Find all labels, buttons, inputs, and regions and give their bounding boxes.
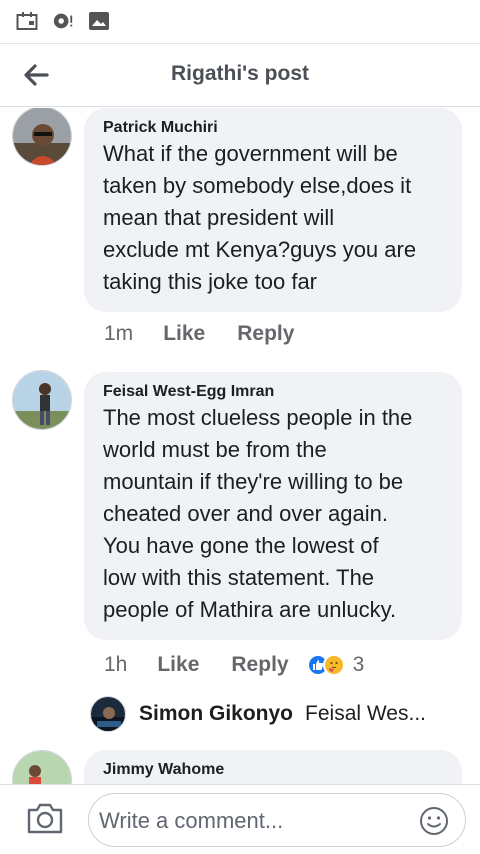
comment-time: 1m (104, 322, 134, 345)
reply-preview[interactable]: Simon Gikonyo Feisal Wes... (90, 696, 426, 732)
post-header: Rigathi's post (0, 45, 480, 107)
reply-author[interactable]: Simon Gikonyo (139, 702, 293, 726)
comment-text: What if the government will be taken by … (103, 141, 417, 294)
comment-actions: 1m Like Reply (104, 322, 326, 346)
comment-composer: Write a comment... (0, 784, 480, 854)
comment-bubble[interactable]: Jimmy Wahome (84, 750, 462, 784)
reactions-summary[interactable]: 3 (306, 653, 365, 677)
avatar-patrick[interactable] (12, 108, 72, 166)
reply-button[interactable]: Reply (231, 653, 288, 677)
comment-bubble[interactable]: Feisal West-Egg Imran The most clueless … (84, 372, 462, 640)
emoji-icon[interactable] (419, 806, 449, 836)
status-bar (0, 0, 480, 44)
comment-author[interactable]: Jimmy Wahome (103, 760, 442, 780)
like-button[interactable]: Like (157, 653, 199, 677)
comment-author[interactable]: Patrick Muchiri (103, 118, 442, 138)
avatar-simon[interactable] (90, 696, 126, 732)
reply-snippet: Feisal Wes... (305, 702, 426, 725)
comments-feed[interactable]: Patrick Muchiri What if the government w… (0, 108, 480, 784)
comment-author[interactable]: Feisal West-Egg Imran (103, 382, 442, 402)
avatar-jimmy[interactable] (12, 750, 72, 784)
avatar-feisal[interactable] (12, 370, 72, 430)
comment-bubble[interactable]: Patrick Muchiri What if the government w… (84, 108, 462, 312)
image-icon (89, 12, 109, 30)
calendar-icon (16, 12, 38, 30)
comment-time: 1h (104, 653, 128, 676)
reply-button[interactable]: Reply (237, 322, 294, 346)
like-button[interactable]: Like (163, 322, 205, 346)
care-icon (322, 654, 345, 676)
camera-icon[interactable] (26, 801, 64, 835)
comment-text: The most clueless people in the world mu… (103, 405, 413, 622)
page-title: Rigathi's post (171, 62, 309, 85)
reaction-count: 3 (352, 653, 365, 676)
media-alert-icon (53, 13, 73, 29)
comment-actions: 1h Like Reply 3 (104, 653, 364, 677)
comment-input-placeholder: Write a comment... (99, 808, 284, 833)
comment-input[interactable]: Write a comment... (88, 793, 466, 847)
